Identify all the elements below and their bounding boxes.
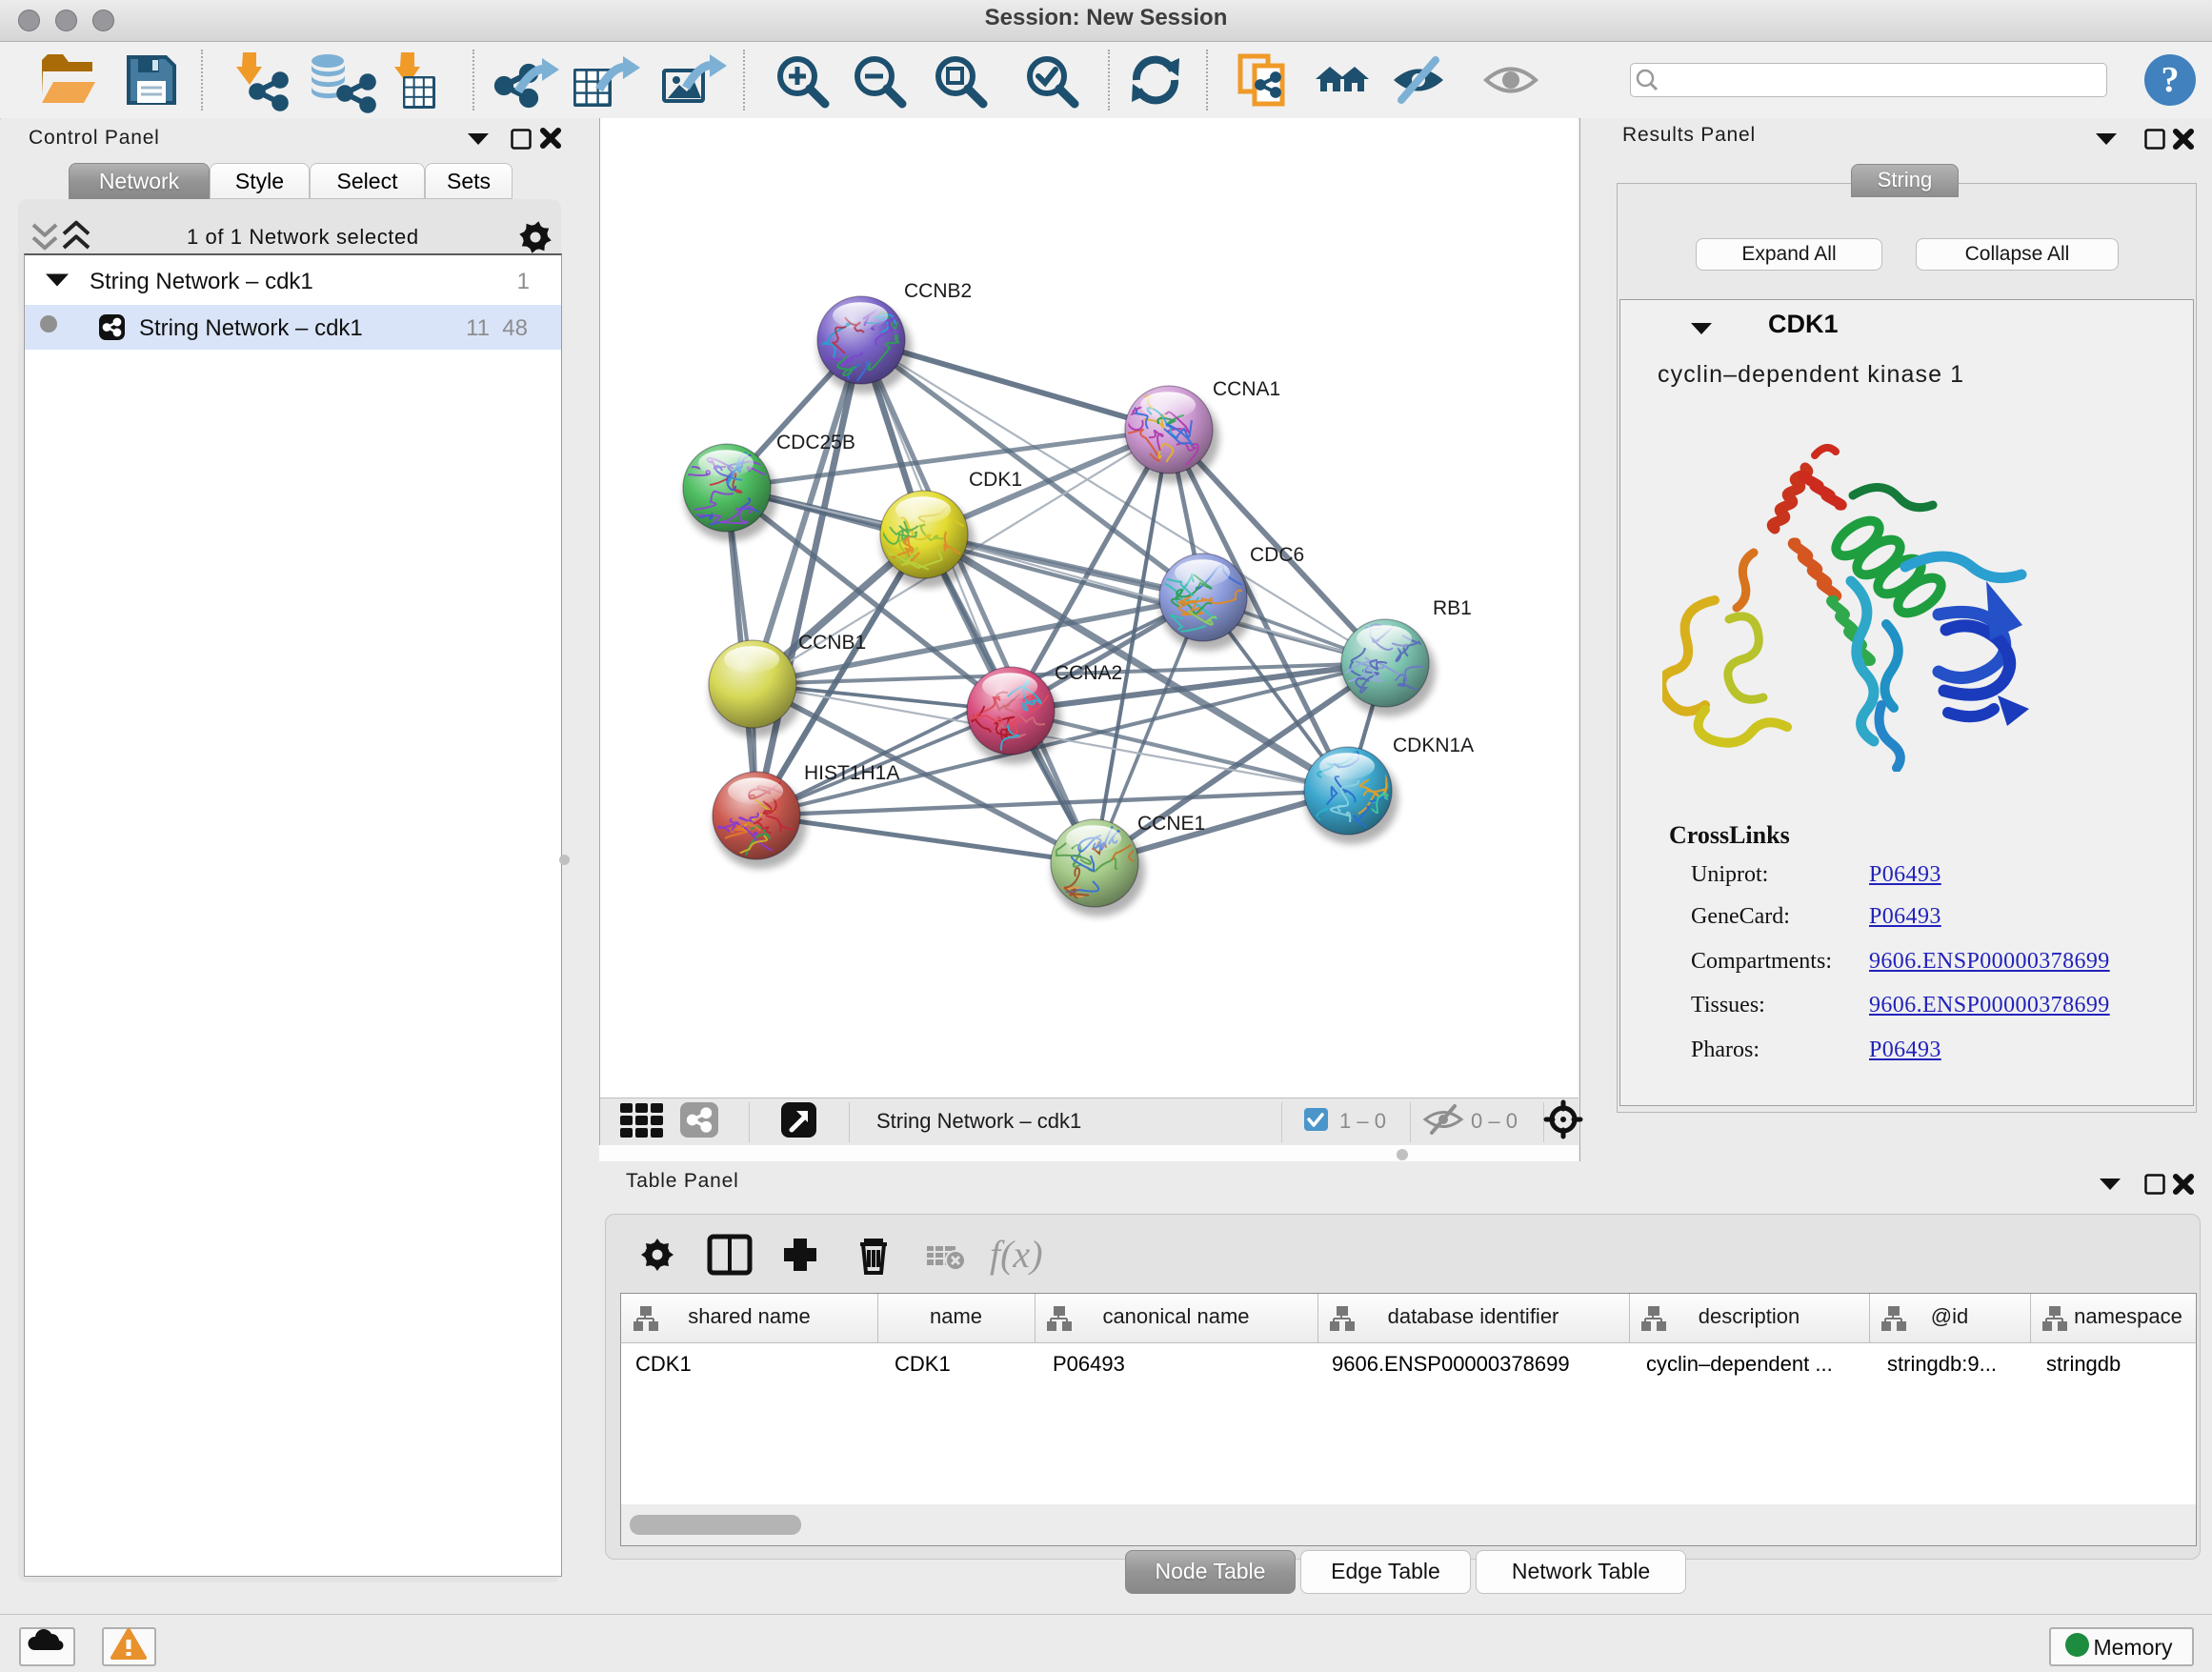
svg-text:CCNB2: CCNB2 (904, 280, 972, 302)
svg-text:CCNB1: CCNB1 (798, 632, 866, 654)
svg-text:CDK1: CDK1 (969, 469, 1022, 491)
svg-text:f(x): f(x) (990, 1233, 1043, 1276)
svg-text:RB1: RB1 (1433, 597, 1472, 619)
svg-text:HIST1H1A: HIST1H1A (804, 762, 899, 784)
svg-text:CDC6: CDC6 (1250, 544, 1304, 566)
svg-text:CCNE1: CCNE1 (1137, 813, 1205, 835)
svg-text:CCNA1: CCNA1 (1213, 378, 1280, 400)
svg-text:CCNA2: CCNA2 (1055, 662, 1122, 684)
svg-text:CDKN1A: CDKN1A (1393, 735, 1474, 756)
svg-text:CDC25B: CDC25B (776, 432, 855, 453)
